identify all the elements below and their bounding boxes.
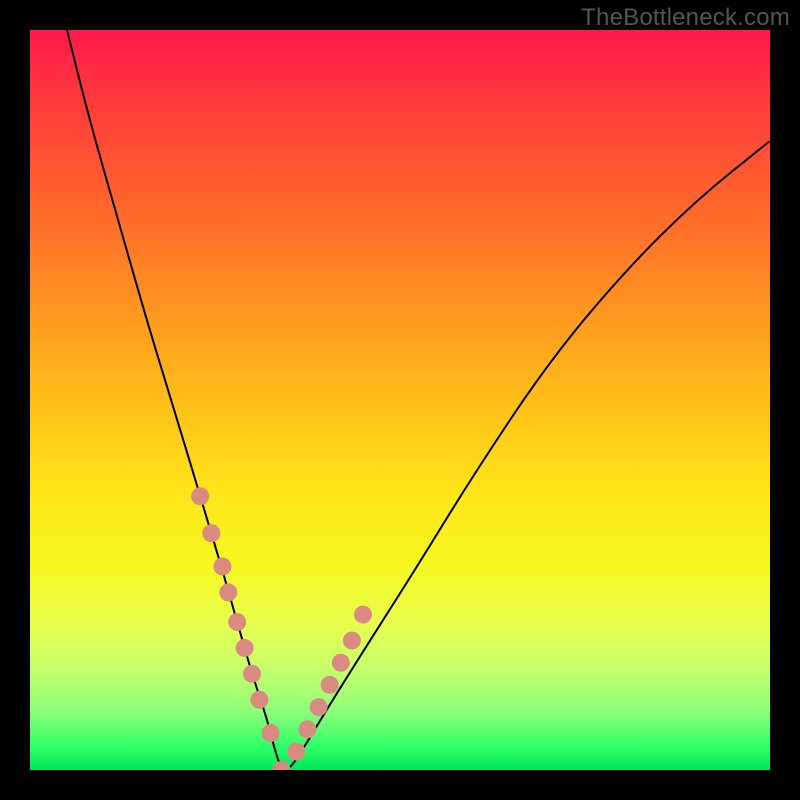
marker-point xyxy=(262,724,280,742)
marker-point xyxy=(299,720,317,738)
marker-point xyxy=(243,665,261,683)
marker-point xyxy=(236,639,254,657)
chart-svg xyxy=(30,30,770,770)
chart-frame: TheBottleneck.com xyxy=(0,0,800,800)
watermark-text: TheBottleneck.com xyxy=(581,4,790,32)
marker-point xyxy=(202,524,220,542)
marker-point xyxy=(287,743,305,761)
marker-group xyxy=(191,487,372,770)
marker-point xyxy=(343,632,361,650)
marker-point xyxy=(273,761,291,770)
marker-point xyxy=(213,558,231,576)
marker-point xyxy=(354,606,372,624)
marker-point xyxy=(228,613,246,631)
bottleneck-curve-line xyxy=(67,30,770,770)
marker-point xyxy=(310,698,328,716)
marker-point xyxy=(321,676,339,694)
marker-point xyxy=(250,691,268,709)
marker-point xyxy=(332,654,350,672)
marker-point xyxy=(219,583,237,601)
plot-area xyxy=(30,30,770,770)
marker-point xyxy=(191,487,209,505)
